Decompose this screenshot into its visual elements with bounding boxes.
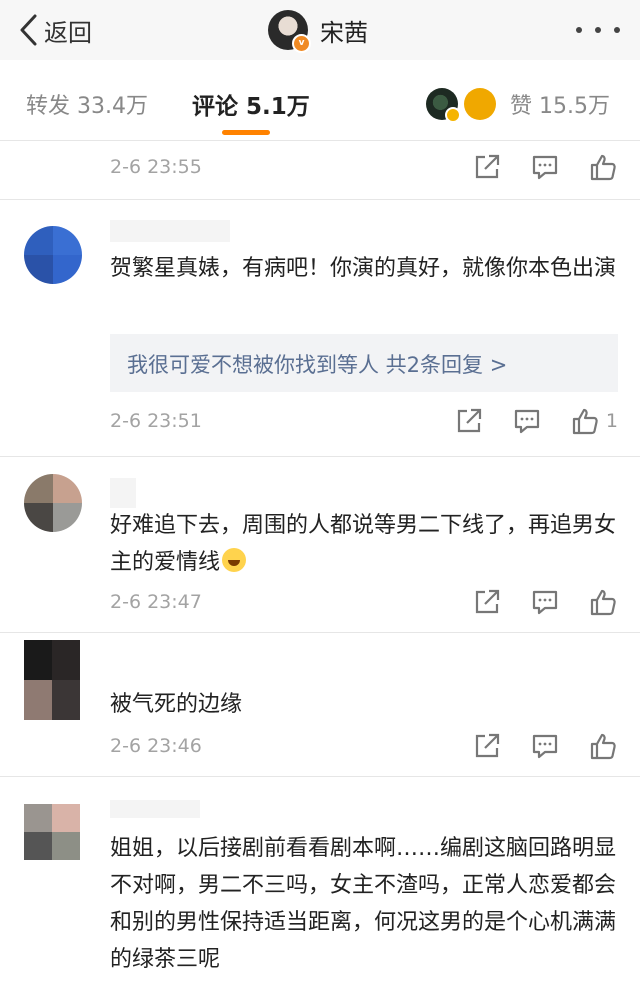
reply-summary[interactable]: 我很可爱不想被你找到等人 共2条回复 > — [110, 334, 618, 392]
share-button[interactable] — [472, 152, 502, 182]
tab-repost[interactable]: 转发 33.4万 — [26, 88, 148, 120]
comment-actions — [444, 731, 618, 761]
tab-comment[interactable]: 评论 5.1万 — [192, 87, 310, 121]
avatar[interactable] — [24, 226, 82, 284]
avatar — [464, 88, 496, 120]
divider — [0, 140, 640, 141]
back-label: 返回 — [44, 18, 92, 47]
back-button[interactable]: 返回 — [18, 10, 92, 50]
like-button[interactable] — [588, 152, 618, 182]
avatar[interactable] — [24, 474, 82, 532]
comment-button[interactable] — [530, 731, 560, 761]
thumbs-up-icon — [572, 408, 598, 435]
user-name: 宋茜 — [320, 18, 368, 47]
comment-icon — [514, 409, 540, 434]
avatar — [426, 88, 461, 123]
user-name-placeholder[interactable] — [110, 220, 230, 242]
user-name-placeholder[interactable] — [110, 478, 136, 508]
comment-icon — [532, 734, 558, 759]
chevron-left-icon — [20, 14, 37, 46]
comment-actions — [444, 152, 618, 182]
comment-icon — [532, 590, 558, 615]
user-avatar: v — [268, 10, 311, 53]
share-button[interactable] — [472, 587, 502, 617]
like-button[interactable]: 1 — [570, 406, 618, 436]
comment-time: 2-6 23:55 — [110, 156, 202, 178]
comment-time: 2-6 23:51 — [110, 410, 202, 432]
verified-badge-icon: v — [292, 34, 311, 53]
divider — [0, 632, 640, 633]
thumbs-up-icon — [590, 733, 616, 760]
comment-actions — [444, 587, 618, 617]
thumbs-up-icon — [590, 154, 616, 181]
reply-summary-text: 我很可爱不想被你找到等人 共2条回复 > — [127, 353, 508, 377]
divider — [0, 776, 640, 777]
comment-text: 好难追下去，周围的人都说等男二下线了，再追男女主的爱情线 — [110, 507, 620, 581]
user-name-placeholder[interactable] — [110, 800, 200, 818]
tab-like[interactable]: 赞 15.5万 — [510, 88, 610, 120]
share-icon — [457, 408, 482, 433]
comment-button[interactable] — [530, 587, 560, 617]
comment-time: 2-6 23:47 — [110, 591, 202, 613]
like-button[interactable] — [588, 731, 618, 761]
verified-badge-icon — [445, 107, 461, 123]
liker-avatars[interactable] — [426, 88, 496, 123]
comment-text: 姐姐，以后接剧前看看剧本啊……编剧这脑回路明显不对啊，男二不三吗，女主不渣吗，正… — [110, 836, 617, 972]
share-icon — [475, 589, 500, 614]
share-button[interactable] — [472, 731, 502, 761]
active-tab-indicator — [222, 130, 270, 135]
page-title[interactable]: v 宋茜 — [268, 6, 368, 54]
comment-button[interactable] — [530, 152, 560, 182]
divider — [0, 456, 640, 457]
share-icon — [475, 154, 500, 179]
comment-text: 被气死的边缘 — [110, 692, 243, 717]
divider — [0, 199, 640, 200]
like-count: 1 — [605, 410, 618, 432]
avatar[interactable] — [24, 804, 80, 860]
top-nav-bar: 返回 v 宋茜 — [0, 0, 640, 60]
crying-laughing-emoji-icon — [222, 548, 247, 572]
avatar[interactable] — [24, 640, 80, 720]
comment-actions: 1 — [426, 406, 618, 436]
comment-icon — [532, 155, 558, 180]
comment-time: 2-6 23:46 — [110, 735, 202, 757]
comment-button[interactable] — [512, 406, 542, 436]
share-button[interactable] — [454, 406, 484, 436]
comment-text: 贺繁星真婊，有病吧！你演的真好，就像你本色出演 — [110, 256, 617, 281]
like-button[interactable] — [588, 587, 618, 617]
share-icon — [475, 733, 500, 758]
more-options-icon[interactable] — [576, 18, 620, 42]
thumbs-up-icon — [590, 589, 616, 616]
comment-text-body: 好难追下去，周围的人都说等男二下线了，再追男女主的爱情线 — [110, 513, 617, 575]
tab-bar: 转发 33.4万 评论 5.1万 赞 15.5万 — [0, 66, 640, 140]
